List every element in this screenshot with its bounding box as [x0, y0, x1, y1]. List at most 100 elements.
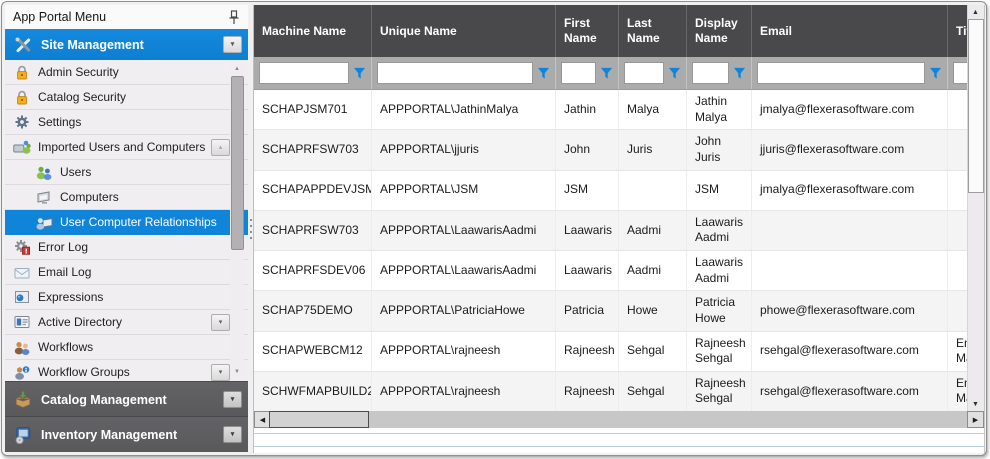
cell-title	[948, 171, 968, 210]
table-row[interactable]: SCHWFMAPBUILD2 APPPORTAL\rajneesh Rajnee…	[254, 372, 968, 411]
grid-filter-row	[254, 57, 968, 90]
unique-name-filter-input[interactable]	[377, 62, 533, 84]
sidebar-item-computers[interactable]: Computers	[5, 185, 248, 210]
cell-machine-name: SCHAPRFSW703	[254, 130, 372, 169]
item-label: Computers	[60, 190, 119, 204]
sidebar-item-expressions[interactable]: Expressions	[5, 285, 248, 310]
funnel-icon[interactable]	[929, 67, 942, 80]
sidebar-section-catalog-management[interactable]: Catalog Management ▾	[5, 381, 248, 417]
site-management-menu: Admin Security Catalog Security Settings	[5, 60, 248, 381]
pin-icon[interactable]	[228, 10, 240, 25]
cell-first-name: Rajneesh	[556, 332, 619, 371]
sidebar-section-site-management[interactable]: Site Management ▾	[5, 29, 248, 60]
app-portal-window: App Portal Menu Site Management ▾	[0, 0, 990, 459]
table-row[interactable]: SCHAP75DEMO APPPORTAL\PatriciaHowe Patri…	[254, 291, 968, 331]
item-label: Settings	[38, 115, 81, 129]
cell-first-name: Laawaris	[556, 211, 619, 250]
users-icon	[35, 164, 53, 180]
app-portal-menu-panel: App Portal Menu Site Management ▾	[5, 5, 248, 452]
horizontal-scrollbar-thumb[interactable]	[269, 411, 369, 428]
scroll-down-icon[interactable]: ▼	[230, 366, 244, 377]
funnel-icon[interactable]	[537, 67, 550, 80]
user-computer-relationships-grid: Machine Name Unique Name First Name Last…	[253, 5, 985, 453]
item-label: Error Log	[38, 240, 88, 254]
cell-display-name: Patricia Howe	[687, 291, 752, 330]
funnel-icon[interactable]	[600, 67, 613, 80]
section-collapse-button[interactable]: ▾	[223, 36, 242, 53]
cell-last-name: Aadmi	[619, 251, 687, 290]
table-row[interactable]: SCHAPWEBCM12 APPPORTAL\rajneesh Rajneesh…	[254, 332, 968, 372]
section-expand-button[interactable]: ▾	[223, 426, 242, 443]
item-label: Users	[60, 165, 91, 179]
column-header-last-name[interactable]: Last Name	[619, 5, 687, 57]
table-row[interactable]: SCHAPAPPDEVJSM APPPORTAL\JSM JSM JSM jma…	[254, 171, 968, 211]
sidebar-scrollbar[interactable]: ▲ ▼	[230, 63, 244, 377]
item-collapse-button[interactable]: ▴	[211, 139, 230, 156]
vertical-scrollbar-thumb[interactable]	[968, 19, 984, 193]
last-name-filter-input[interactable]	[624, 62, 664, 84]
cell-title	[948, 291, 968, 330]
cell-display-name: Rajneesh Sehgal	[687, 372, 752, 411]
cell-email: phowe@flexerasoftware.com	[752, 291, 948, 330]
cell-machine-name: SCHWFMAPBUILD2	[254, 372, 372, 411]
sidebar-item-workflow-groups[interactable]: Workflow Groups ▾	[5, 360, 248, 381]
cell-machine-name: SCHAPJSM701	[254, 90, 372, 129]
sidebar-item-user-computer-relationships[interactable]: User Computer Relationships	[5, 210, 248, 235]
scroll-up-icon[interactable]: ▲	[968, 5, 983, 19]
item-dropdown-button[interactable]: ▾	[211, 364, 230, 381]
title-filter-input[interactable]	[953, 62, 968, 84]
grid-footer-bar	[254, 433, 984, 447]
item-label: Imported Users and Computers	[38, 140, 205, 154]
grid-horizontal-scrollbar[interactable]: ◀ ▶	[254, 411, 984, 428]
sidebar-item-settings[interactable]: Settings	[5, 110, 248, 135]
user-computer-icon	[35, 214, 53, 230]
funnel-icon[interactable]	[668, 67, 681, 80]
column-header-unique-name[interactable]: Unique Name	[372, 5, 556, 57]
cell-display-name: Laawaris Aadmi	[687, 211, 752, 250]
scroll-down-icon[interactable]: ▼	[968, 397, 983, 411]
table-row[interactable]: SCHAPRFSW703 APPPORTAL\LaawarisAadmi Laa…	[254, 211, 968, 251]
sidebar-item-admin-security[interactable]: Admin Security	[5, 60, 248, 85]
scroll-up-icon[interactable]: ▲	[230, 63, 244, 74]
sidebar-scrollbar-thumb[interactable]	[231, 76, 244, 250]
funnel-icon[interactable]	[733, 67, 746, 80]
column-header-first-name[interactable]: First Name	[556, 5, 619, 57]
sidebar-section-inventory-management[interactable]: Inventory Management ▾	[5, 416, 248, 452]
cell-title	[948, 90, 968, 129]
sidebar-item-email-log[interactable]: Email Log	[5, 260, 248, 285]
first-name-filter-input[interactable]	[561, 62, 596, 84]
machine-name-filter-input[interactable]	[259, 62, 349, 84]
sidebar-item-error-log[interactable]: Error Log	[5, 235, 248, 260]
email-filter-input[interactable]	[757, 62, 925, 84]
grid-vertical-scrollbar[interactable]: ▲ ▼	[967, 5, 984, 411]
table-row[interactable]: SCHAPJSM701 APPPORTAL\JathinMalya Jathin…	[254, 90, 968, 130]
column-header-display-name[interactable]: Display Name	[687, 5, 752, 57]
section-expand-button[interactable]: ▾	[223, 391, 242, 408]
sidebar-item-catalog-security[interactable]: Catalog Security	[5, 85, 248, 110]
cell-unique-name: APPPORTAL\jjuris	[372, 130, 556, 169]
column-header-title[interactable]: Title	[948, 5, 968, 57]
grid-rows: SCHAPJSM701 APPPORTAL\JathinMalya Jathin…	[254, 90, 968, 411]
grid-header-row: Machine Name Unique Name First Name Last…	[254, 5, 968, 57]
table-row[interactable]: SCHAPRFSW703 APPPORTAL\jjuris John Juris…	[254, 130, 968, 170]
lock-icon	[13, 89, 31, 105]
sidebar-item-users[interactable]: Users	[5, 160, 248, 185]
table-row[interactable]: SCHAPRFSDEV06 APPPORTAL\LaawarisAadmi La…	[254, 251, 968, 291]
sidebar-item-imported-users-and-computers[interactable]: Imported Users and Computers ▴	[5, 135, 248, 160]
cell-email: jjuris@flexerasoftware.com	[752, 130, 948, 169]
error-gear-icon	[13, 239, 31, 255]
lock-icon	[13, 64, 31, 80]
sidebar-item-active-directory[interactable]: Active Directory ▾	[5, 310, 248, 335]
item-dropdown-button[interactable]: ▾	[211, 314, 230, 331]
gear-icon	[13, 114, 31, 130]
column-header-email[interactable]: Email	[752, 5, 948, 57]
window-frame: App Portal Menu Site Management ▾	[1, 1, 987, 456]
cell-first-name: JSM	[556, 171, 619, 210]
funnel-icon[interactable]	[353, 67, 366, 80]
scroll-right-icon[interactable]: ▶	[967, 411, 984, 428]
sidebar-item-workflows[interactable]: Workflows	[5, 335, 248, 360]
column-header-machine-name[interactable]: Machine Name	[254, 5, 372, 57]
cell-first-name: Laawaris	[556, 251, 619, 290]
item-label: Workflows	[38, 340, 93, 354]
display-name-filter-input[interactable]	[692, 62, 729, 84]
